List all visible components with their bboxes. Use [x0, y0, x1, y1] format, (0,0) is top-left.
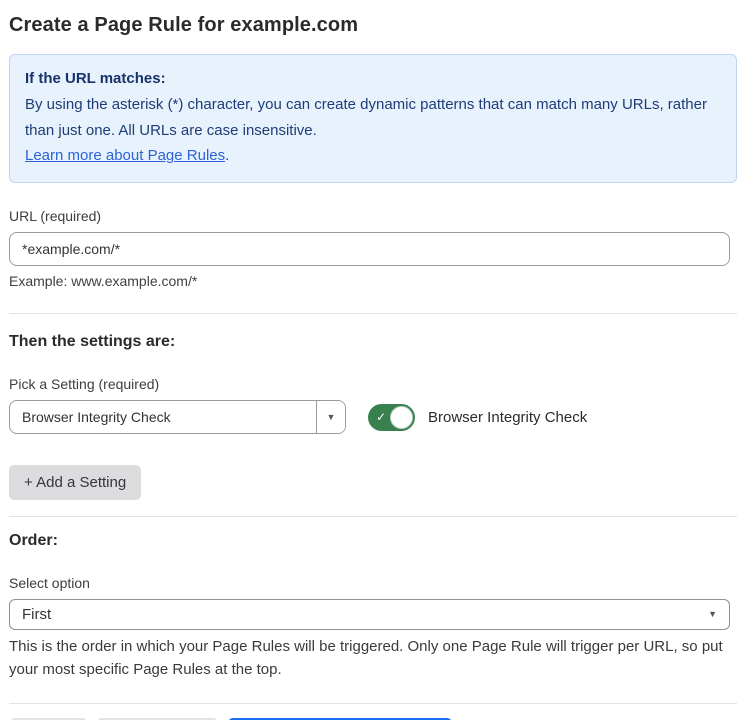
check-icon: ✓	[376, 411, 386, 423]
divider	[9, 516, 737, 517]
chevron-down-icon: ▼	[708, 610, 717, 619]
order-select-value: First	[22, 606, 51, 623]
settings-section-heading: Then the settings are:	[9, 333, 737, 351]
url-input[interactable]	[9, 232, 730, 266]
toggle-label: Browser Integrity Check	[428, 409, 587, 426]
learn-more-link[interactable]: Learn more about Page Rules	[25, 147, 225, 164]
setting-toggle-group: ✓ Browser Integrity Check	[368, 404, 587, 431]
setting-picker-value: Browser Integrity Check	[10, 401, 316, 433]
setting-picker-dropdown[interactable]: Browser Integrity Check ▼	[9, 400, 346, 434]
setting-row: Browser Integrity Check ▼ ✓ Browser Inte…	[9, 400, 737, 434]
url-match-info-box: If the URL matches: By using the asteris…	[9, 54, 737, 183]
order-select-label: Select option	[9, 575, 737, 591]
order-select[interactable]: First ▼	[9, 599, 730, 630]
divider	[9, 703, 737, 704]
info-box-heading: If the URL matches:	[25, 66, 721, 92]
link-period: .	[225, 147, 229, 164]
toggle-knob	[390, 406, 413, 429]
chevron-down-icon: ▼	[327, 413, 336, 422]
browser-integrity-toggle[interactable]: ✓	[368, 404, 415, 431]
setting-picker-label: Pick a Setting (required)	[9, 376, 737, 392]
setting-picker-arrow-button[interactable]: ▼	[316, 401, 345, 433]
order-section-heading: Order:	[9, 532, 737, 550]
create-page-rule-panel: Create a Page Rule for example.com If th…	[0, 0, 750, 720]
info-box-link-line: Learn more about Page Rules.	[25, 143, 721, 169]
info-box-body: By using the asterisk (*) character, you…	[25, 92, 721, 144]
divider	[9, 313, 737, 314]
order-helper-text: This is the order in which your Page Rul…	[9, 636, 733, 682]
page-title: Create a Page Rule for example.com	[9, 14, 737, 37]
url-field-helper: Example: www.example.com/*	[9, 273, 737, 289]
url-field-label: URL (required)	[9, 208, 737, 224]
add-setting-button[interactable]: + Add a Setting	[9, 465, 141, 500]
